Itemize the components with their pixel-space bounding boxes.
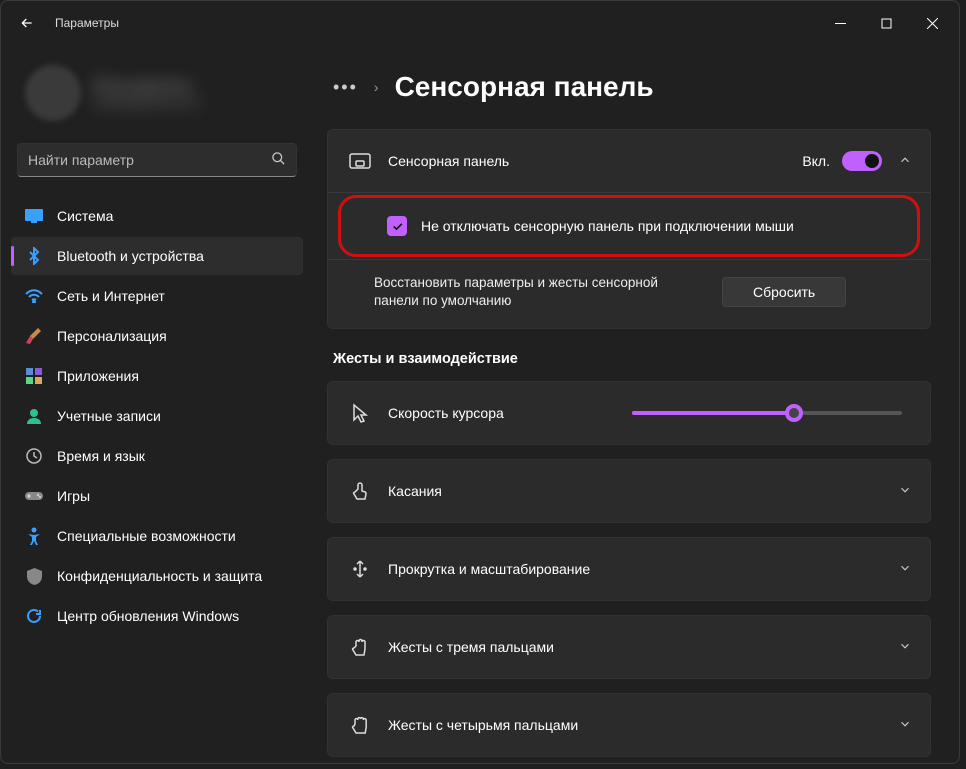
breadcrumb: ••• › Сенсорная панель	[333, 71, 931, 103]
touchpad-label: Сенсорная панель	[388, 153, 802, 169]
touchpad-icon	[346, 153, 374, 169]
reset-row: Восстановить параметры и жесты сенсорной…	[328, 260, 930, 328]
sidebar-item-network[interactable]: Сеть и Интернет	[11, 277, 303, 315]
sidebar-item-label: Время и язык	[57, 448, 145, 464]
sidebar: Пользователь example@mail.com Система Bl…	[1, 45, 311, 763]
keep-on-mouse-label: Не отключать сенсорную панель при подклю…	[421, 218, 794, 234]
maximize-button[interactable]	[863, 7, 909, 39]
reset-button[interactable]: Сбросить	[722, 277, 846, 307]
search-icon	[271, 151, 286, 169]
cursor-icon	[346, 403, 374, 423]
cursor-speed-card: Скорость курсора	[327, 381, 931, 445]
wifi-icon	[25, 287, 43, 305]
close-button[interactable]	[909, 7, 955, 39]
taps-card[interactable]: Касания	[327, 459, 931, 523]
sidebar-item-label: Специальные возможности	[57, 528, 236, 544]
search-box[interactable]	[17, 143, 297, 177]
chevron-right-icon: ›	[374, 79, 379, 95]
search-input[interactable]	[28, 152, 271, 168]
hand-icon	[346, 715, 374, 735]
tap-icon	[346, 481, 374, 501]
avatar	[25, 65, 81, 121]
minimize-button[interactable]	[817, 7, 863, 39]
chevron-down-icon[interactable]	[898, 561, 912, 578]
person-icon	[25, 407, 43, 425]
gestures-heading: Жесты и взаимодействие	[333, 351, 931, 367]
cursor-speed-slider-wrap	[632, 411, 902, 415]
sidebar-item-label: Bluetooth и устройства	[57, 248, 204, 264]
slider-thumb[interactable]	[785, 404, 803, 422]
chevron-down-icon[interactable]	[898, 483, 912, 500]
titlebar: Параметры	[1, 1, 959, 45]
gesture-label: Жесты с тремя пальцами	[388, 639, 898, 655]
back-button[interactable]	[11, 7, 43, 39]
window-title: Параметры	[55, 16, 119, 30]
apps-icon	[25, 367, 43, 385]
touchpad-toggle-row[interactable]: Сенсорная панель Вкл.	[328, 130, 930, 192]
cursor-speed-slider[interactable]	[632, 411, 902, 415]
chevron-up-icon[interactable]	[898, 153, 912, 170]
sidebar-item-gaming[interactable]: Игры	[11, 477, 303, 515]
settings-window: Параметры Пользователь example@mail.com	[0, 0, 960, 764]
chevron-down-icon[interactable]	[898, 639, 912, 656]
game-icon	[25, 487, 43, 505]
brush-icon	[25, 327, 43, 345]
gesture-label: Жесты с четырьмя пальцами	[388, 717, 898, 733]
hand-icon	[346, 637, 374, 657]
sidebar-item-label: Конфиденциальность и защита	[57, 568, 262, 584]
sidebar-item-personalization[interactable]: Персонализация	[11, 317, 303, 355]
three-finger-card[interactable]: Жесты с тремя пальцами	[327, 615, 931, 679]
gesture-label: Касания	[388, 483, 898, 499]
sidebar-item-privacy[interactable]: Конфиденциальность и защита	[11, 557, 303, 595]
sidebar-item-label: Сеть и Интернет	[57, 288, 165, 304]
sidebar-item-label: Приложения	[57, 368, 139, 384]
sidebar-item-label: Персонализация	[57, 328, 167, 344]
cursor-speed-label: Скорость курсора	[388, 405, 632, 421]
page-title: Сенсорная панель	[395, 71, 654, 103]
user-info: Пользователь example@mail.com	[93, 77, 199, 109]
scroll-icon	[346, 559, 374, 579]
sidebar-item-label: Игры	[57, 488, 90, 504]
breadcrumb-more-icon[interactable]: •••	[333, 77, 358, 98]
user-block[interactable]: Пользователь example@mail.com	[11, 55, 303, 137]
sidebar-item-accessibility[interactable]: Специальные возможности	[11, 517, 303, 555]
keep-on-mouse-checkbox[interactable]	[387, 216, 407, 236]
user-email: example@mail.com	[93, 95, 199, 109]
clock-icon	[25, 447, 43, 465]
display-icon	[25, 207, 43, 225]
sidebar-item-system[interactable]: Система	[11, 197, 303, 235]
scroll-zoom-card[interactable]: Прокрутка и масштабирование	[327, 537, 931, 601]
sidebar-item-accounts[interactable]: Учетные записи	[11, 397, 303, 435]
shield-icon	[25, 567, 43, 585]
four-finger-card[interactable]: Жесты с четырьмя пальцами	[327, 693, 931, 757]
touchpad-toggle[interactable]	[842, 151, 882, 171]
sidebar-item-label: Центр обновления Windows	[57, 608, 239, 624]
sidebar-item-label: Система	[57, 208, 113, 224]
touchpad-card: Сенсорная панель Вкл. Не отключать сенсо…	[327, 129, 931, 329]
user-name: Пользователь	[93, 77, 199, 93]
update-icon	[25, 607, 43, 625]
toggle-state-label: Вкл.	[802, 153, 830, 169]
sidebar-item-bluetooth[interactable]: Bluetooth и устройства	[11, 237, 303, 275]
gesture-label: Прокрутка и масштабирование	[388, 561, 898, 577]
main-content: ••• › Сенсорная панель Сенсорная панель …	[311, 45, 959, 763]
sidebar-item-label: Учетные записи	[57, 408, 161, 424]
reset-description: Восстановить параметры и жесты сенсорной…	[374, 274, 704, 310]
keep-on-mouse-row[interactable]: Не отключать сенсорную панель при подклю…	[341, 198, 917, 254]
highlight-box: Не отключать сенсорную панель при подклю…	[338, 195, 920, 257]
cursor-speed-row[interactable]: Скорость курсора	[328, 382, 930, 444]
nav-list: Система Bluetooth и устройства Сеть и Ин…	[11, 197, 303, 635]
bluetooth-icon	[25, 247, 43, 265]
chevron-down-icon[interactable]	[898, 717, 912, 734]
sidebar-item-update[interactable]: Центр обновления Windows	[11, 597, 303, 635]
accessibility-icon	[25, 527, 43, 545]
sidebar-item-apps[interactable]: Приложения	[11, 357, 303, 395]
sidebar-item-time-language[interactable]: Время и язык	[11, 437, 303, 475]
